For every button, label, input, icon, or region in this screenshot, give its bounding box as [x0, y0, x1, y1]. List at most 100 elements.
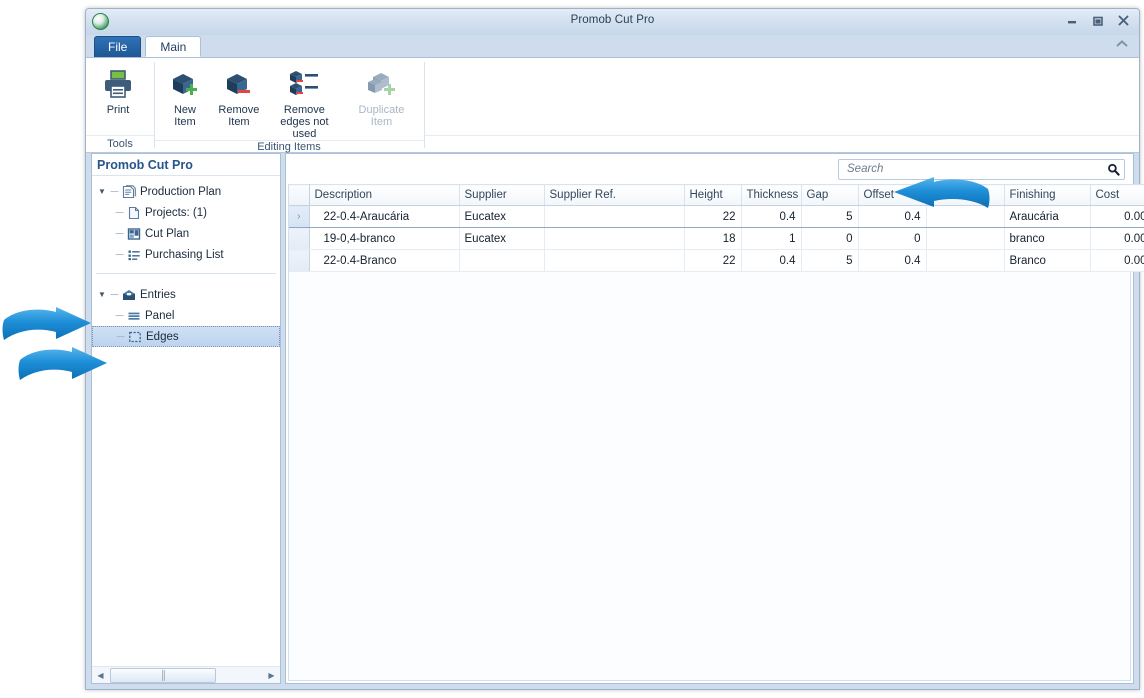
column-header-thickness[interactable]: Thickness [741, 184, 802, 206]
column-header-obscured[interactable] [926, 184, 1005, 206]
application-window: Promob Cut Pro File Main Print Tools New… [85, 8, 1144, 690]
cell-supplier[interactable]: Eucatex [459, 227, 545, 250]
search-icon[interactable] [1103, 163, 1120, 176]
duplicate-item-button[interactable]: Duplicate Item [343, 63, 420, 131]
cell-height[interactable]: 22 [684, 205, 742, 228]
search-box[interactable] [838, 158, 1125, 180]
expander-collapse-icon[interactable]: ▼ [98, 290, 109, 299]
production-plan-icon [120, 184, 137, 200]
navigation-panel-title: Promob Cut Pro [92, 154, 280, 176]
remove-edges-not-used-button[interactable]: Remove edges not used [266, 63, 343, 140]
boxes-list-remove-icon [287, 67, 321, 101]
cell-thickness[interactable]: 0.4 [741, 205, 802, 228]
cell-supplier_ref[interactable] [544, 249, 685, 272]
row-selector-cell[interactable]: › [289, 205, 310, 228]
title-bar: Promob Cut Pro [86, 9, 1139, 35]
column-header-supplier_ref[interactable]: Supplier Ref. [544, 184, 685, 206]
cell-finishing[interactable]: branco [1004, 227, 1091, 250]
minimize-button[interactable] [1062, 12, 1081, 29]
scrollbar-thumb[interactable]: ║ [110, 667, 217, 683]
tab-file[interactable]: File [94, 36, 142, 57]
tree-connector: ─ [116, 330, 125, 343]
cell-obscured[interactable] [926, 249, 1005, 272]
sidebar-item-cut-plan[interactable]: ─ Cut Plan [92, 223, 280, 244]
column-header-cost[interactable]: Cost [1090, 184, 1144, 206]
cell-cost[interactable]: 0.00 [1090, 227, 1144, 250]
row-selector-header[interactable] [289, 184, 310, 206]
panel-icon [125, 308, 142, 324]
sidebar-item-purchasing-list[interactable]: ─ Purchasing List [92, 244, 280, 265]
sidebar-item-label: Production Plan [140, 185, 222, 198]
data-grid-header-row: Description Supplier Supplier Ref. Height Th… [289, 184, 1144, 206]
new-item-button[interactable]: New Item [158, 63, 212, 131]
print-button[interactable]: Print [90, 63, 146, 131]
cell-supplier_ref[interactable] [544, 205, 685, 228]
cell-description[interactable]: 22-0.4-Araucária [309, 205, 460, 228]
table-row[interactable]: › 22-0.4-Araucária Eucatex 22 0.4 5 0.4 Araucár… [289, 205, 1144, 228]
column-header-description[interactable]: Description [309, 184, 460, 206]
cell-height[interactable]: 22 [684, 249, 742, 272]
cell-gap[interactable]: 0 [801, 227, 859, 250]
navigation-horizontal-scrollbar[interactable]: ◀ ║ ▶ [92, 666, 280, 683]
box-duplicate-icon [365, 67, 397, 101]
remove-item-label-line1: Remove [218, 104, 260, 116]
cell-height[interactable]: 18 [684, 227, 742, 250]
cell-supplier[interactable]: Eucatex [459, 205, 545, 228]
sidebar-item-panel[interactable]: ─ Panel [92, 305, 280, 326]
cell-cost[interactable]: 0.00 [1090, 205, 1144, 228]
sidebar-item-entries[interactable]: ▼ ─ Entries [92, 284, 280, 305]
arrow-right-icon[interactable]: ▶ [264, 671, 279, 680]
table-row[interactable]: 22-0.4-Branco220.450.4Branco0.00 [289, 249, 1144, 272]
navigation-panel: Promob Cut Pro ▼ ─ Production Plan ─ Pro… [91, 153, 281, 684]
cell-gap[interactable]: 5 [801, 205, 859, 228]
cell-supplier_ref[interactable] [544, 227, 685, 250]
cell-description[interactable]: 22-0.4-Branco [309, 249, 460, 272]
chevron-up-icon[interactable] [1115, 39, 1129, 52]
new-item-label-line1: New [173, 104, 196, 116]
cell-thickness[interactable]: 1 [741, 227, 802, 250]
window-controls [1062, 12, 1133, 29]
cell-cost[interactable]: 0.00 [1090, 249, 1144, 272]
tree-connector: ─ [115, 206, 124, 219]
close-button[interactable] [1114, 12, 1133, 29]
column-header-supplier[interactable]: Supplier [459, 184, 545, 206]
maximize-button[interactable] [1088, 12, 1107, 29]
cell-supplier[interactable] [459, 249, 545, 272]
sidebar-item-production-plan[interactable]: ▼ ─ Production Plan [92, 181, 280, 202]
cell-offset[interactable]: 0 [858, 227, 927, 250]
column-header-finishing[interactable]: Finishing [1004, 184, 1091, 206]
sidebar-item-edges[interactable]: ─ Edges [92, 326, 280, 347]
cell-thickness[interactable]: 0.4 [741, 249, 802, 272]
cell-gap[interactable]: 5 [801, 249, 859, 272]
cell-obscured[interactable] [926, 227, 1005, 250]
column-header-offset[interactable]: Offset [858, 184, 927, 206]
cell-description[interactable]: 19-0,4-branco [309, 227, 460, 250]
tab-main[interactable]: Main [145, 36, 202, 57]
expander-collapse-icon[interactable]: ▼ [98, 187, 109, 196]
document-icon [125, 205, 142, 221]
search-input[interactable] [845, 162, 1103, 176]
remove-edges-label-line2: edges not used [280, 116, 329, 140]
sidebar-item-projects[interactable]: ─ Projects: (1) [92, 202, 280, 223]
arrow-left-icon[interactable]: ◀ [93, 671, 108, 680]
duplicate-item-label-line2: Item [370, 116, 393, 128]
cell-finishing[interactable]: Araucária [1004, 205, 1091, 228]
scrollbar-track[interactable]: ║ [108, 667, 264, 683]
cut-plan-icon [125, 226, 142, 242]
cell-finishing[interactable]: Branco [1004, 249, 1091, 272]
cell-obscured[interactable] [926, 205, 1005, 228]
remove-item-button[interactable]: Remove Item [212, 63, 266, 131]
row-selector-cell[interactable] [289, 227, 310, 250]
cell-offset[interactable]: 0.4 [858, 205, 927, 228]
tree-connector: ─ [115, 309, 124, 322]
row-selector-cell[interactable] [289, 249, 310, 272]
data-grid-body: › 22-0.4-Araucária Eucatex 22 0.4 5 0.4 Araucár… [289, 205, 1144, 272]
ribbon-group-tools: Print Tools [86, 58, 154, 152]
column-header-height[interactable]: Height [684, 184, 742, 206]
ribbon-empty-area [424, 58, 1139, 152]
column-header-gap[interactable]: Gap [801, 184, 859, 206]
window-title: Promob Cut Pro [570, 14, 655, 26]
cell-offset[interactable]: 0.4 [858, 249, 927, 272]
table-row[interactable]: 19-0,4-brancoEucatex18100branco0.00 [289, 227, 1144, 250]
box-add-icon [169, 67, 201, 101]
